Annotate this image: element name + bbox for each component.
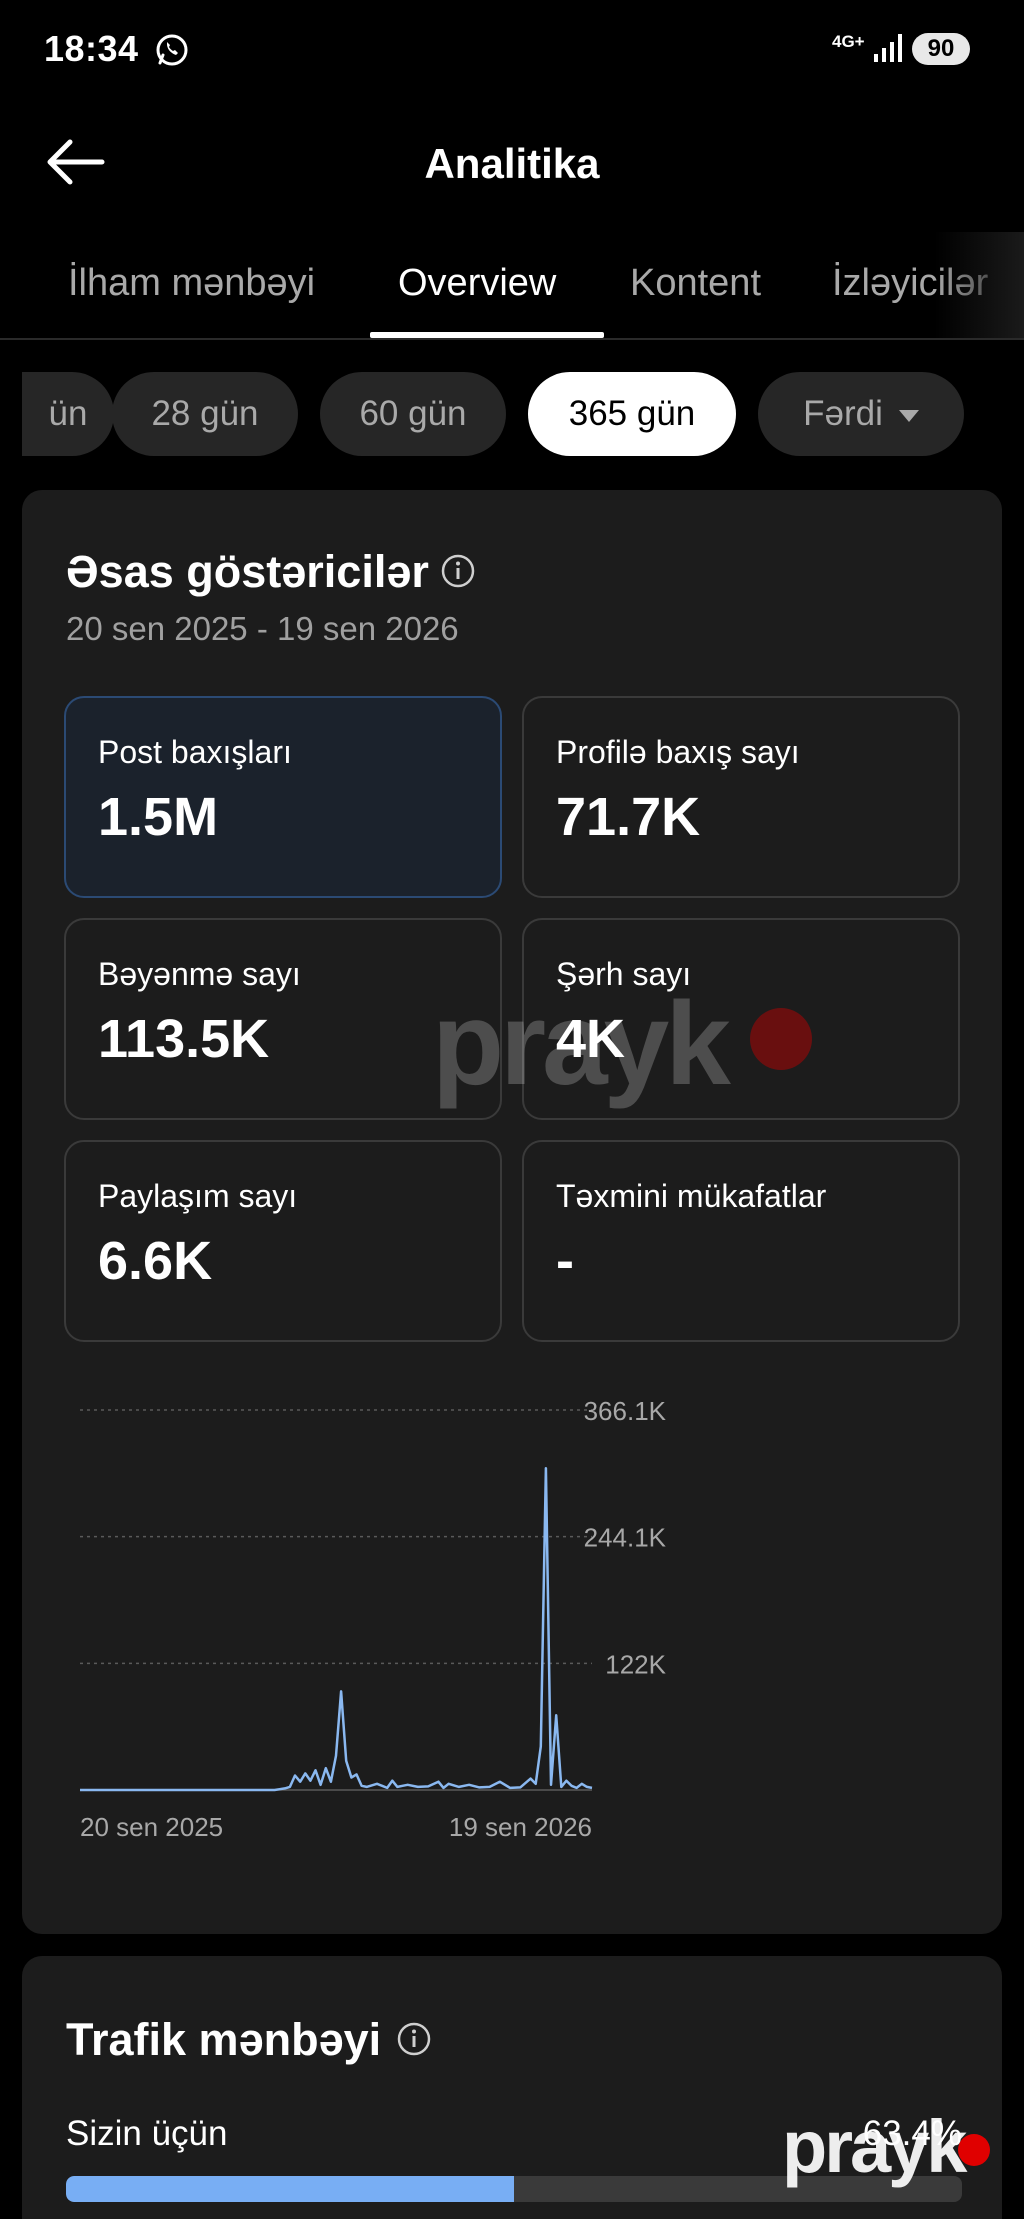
x-tick-label: 19 sen 2026 [449,1812,592,1842]
tab-content[interactable]: Kontent [630,262,761,305]
metric-label: Bəyənmə sayı [98,956,301,992]
active-tab-indicator [370,332,604,338]
metric-value: 6.6K [98,1231,213,1291]
tab-bar: İlham mənbəyi Overview Kontent İzləyicil… [0,232,1024,340]
metric-estimated-rewards[interactable]: Təxmini mükafatlar - [522,1140,960,1342]
whatsapp-icon [156,34,188,66]
series-line [80,1466,593,1792]
period-selector: ün 28 gün 60 gün 365 gün Fərdi [22,370,1002,460]
x-tick-label: 20 sen 2025 [80,1812,223,1842]
metric-post-views[interactable]: Post baxışları 1.5M [64,696,502,898]
y-tick-label: 122K [605,1649,666,1679]
info-icon[interactable] [396,2021,432,2057]
period-28-days[interactable]: 28 gün [112,372,298,456]
date-range: 20 sen 2025 - 19 sen 2026 [66,610,459,647]
y-tick-label: 366.1K [584,1396,667,1426]
period-365-days[interactable]: 365 gün [528,372,736,456]
metric-label: Paylaşım sayı [98,1178,298,1214]
signal-icon [874,34,902,62]
period-60-days[interactable]: 60 gün [320,372,506,456]
watermark-dot-small [958,2134,990,2166]
metric-label: Təxmini mükafatlar [556,1178,827,1214]
info-icon[interactable] [440,553,476,589]
tab-overview[interactable]: Overview [398,262,556,305]
watermark-dot [750,1008,812,1070]
status-time: 18:34 [44,28,139,69]
metric-value: 1.5M [98,787,219,847]
period-7-days[interactable]: ün [22,372,114,456]
section-title: Trafik mənbəyi [66,2014,382,2065]
traffic-progress-fill [66,2176,514,2202]
tabs-scroll-fade [934,232,1024,338]
network-type: 4G+ [832,32,865,51]
metric-value: 113.5K [98,1009,270,1069]
traffic-source-label: Sizin üçün [66,2114,228,2153]
period-custom-dropdown[interactable]: Fərdi [758,372,964,456]
page-title: Analitika [424,140,600,187]
chevron-down-icon [898,409,919,422]
metric-value: - [556,1231,574,1291]
watermark-logo-small: prayk [782,2105,967,2188]
y-tick-label: 244.1K [584,1523,667,1553]
views-line-chart: 366.1K 244.1K 122K 20 sen 2025 19 sen 2026 [80,1396,667,1842]
metric-label: Post baxışları [98,734,292,770]
metric-profile-views[interactable]: Profilə baxış sayı 71.7K [522,696,960,898]
metric-label: Profilə baxış sayı [556,734,800,770]
battery-icon: 90 [912,33,970,65]
tab-inspiration[interactable]: İlham mənbəyi [68,262,315,305]
section-title: Əsas göstəricilər [66,546,429,597]
status-bar: 18:34 4G+ 90 [0,0,1024,100]
watermark-logo: prayk [432,978,731,1110]
metric-shares[interactable]: Paylaşım sayı 6.6K [64,1140,502,1342]
app-header: Analitika [0,110,1024,214]
metric-value: 71.7K [556,787,701,847]
